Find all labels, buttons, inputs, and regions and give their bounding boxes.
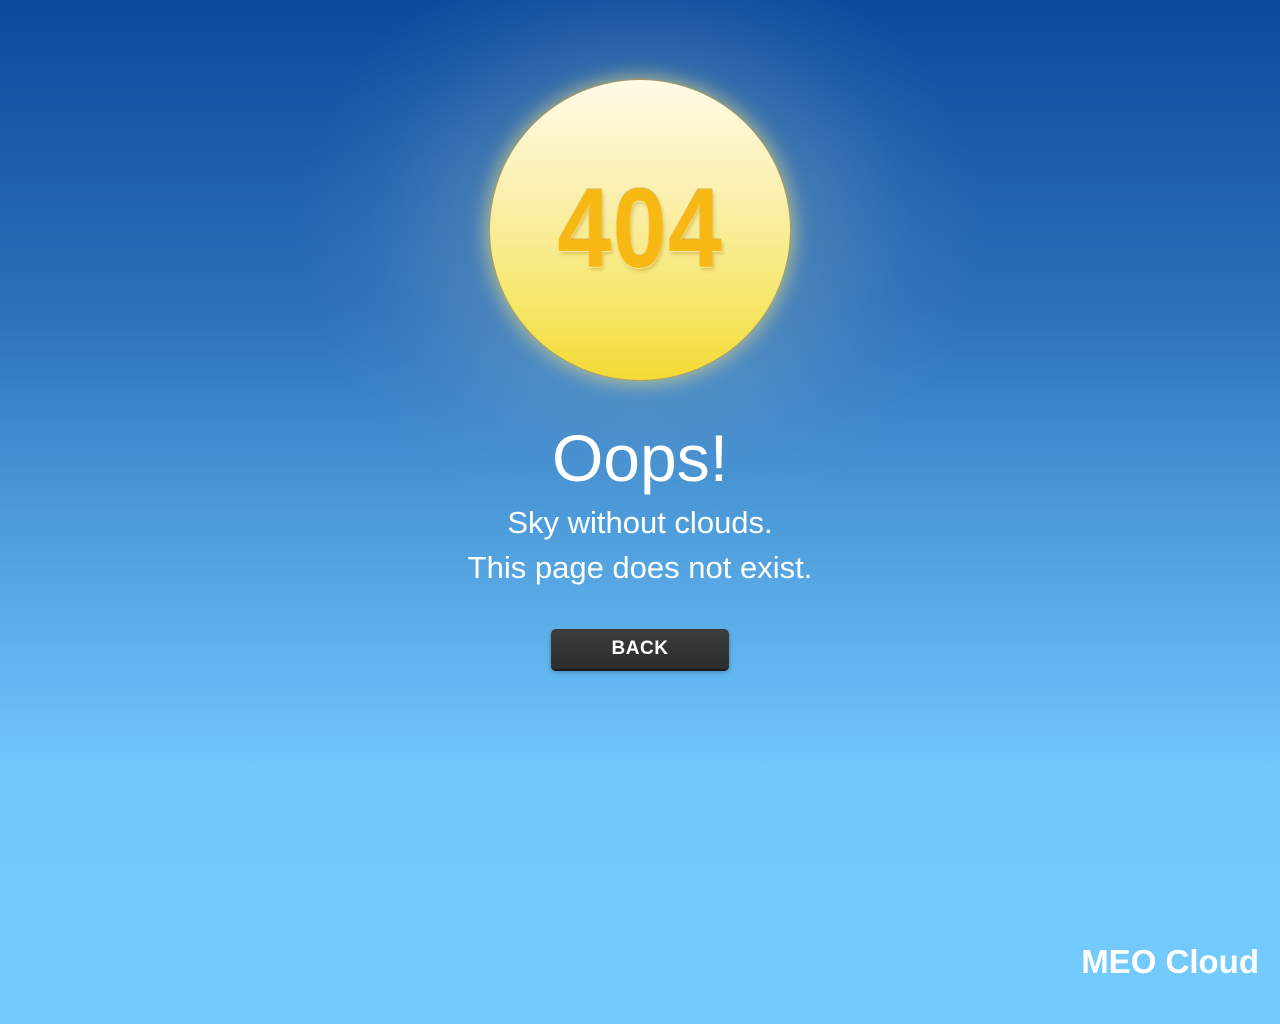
brand-logo: MEO Cloud xyxy=(1081,943,1259,980)
error-message-line-2: This page does not exist. xyxy=(467,550,813,585)
error-code: 404 xyxy=(557,166,723,291)
error-message-line-1: Sky without clouds. xyxy=(507,505,773,540)
page-title: Oops! xyxy=(551,421,729,495)
back-button[interactable]: BACK xyxy=(551,629,729,669)
sun-icon: 404 xyxy=(490,80,790,380)
